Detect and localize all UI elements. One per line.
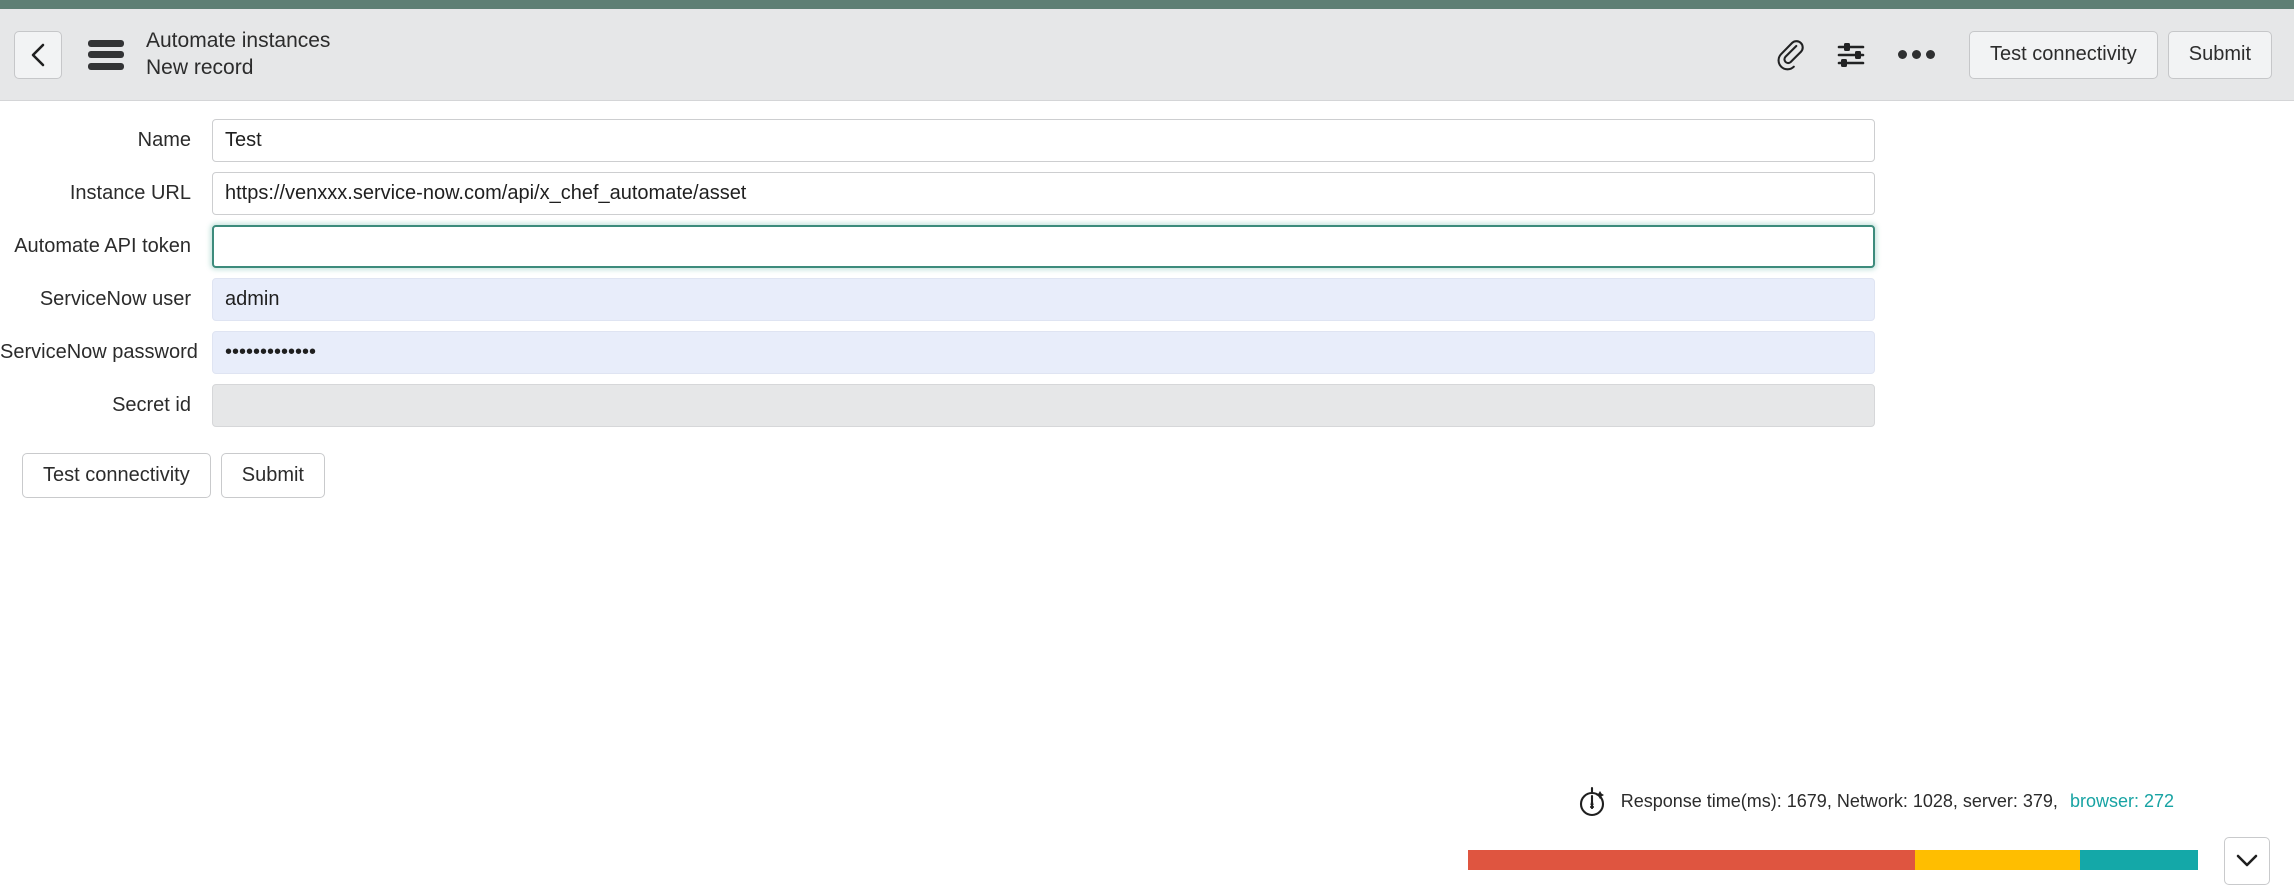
form-row-instance-url: Instance URL xyxy=(0,172,2294,215)
collapse-response-panel-button[interactable] xyxy=(2224,837,2270,885)
header-submit-button[interactable]: Submit xyxy=(2168,31,2272,79)
stopwatch-icon xyxy=(1577,784,1609,818)
more-options-button[interactable] xyxy=(1884,50,1949,59)
perf-segment-network xyxy=(1468,850,1915,870)
chevron-left-icon xyxy=(27,42,49,68)
form-row-name: Name xyxy=(0,119,2294,162)
response-time-text: Response time(ms): 1679, Network: 1028, … xyxy=(1621,791,2058,812)
instance-url-input[interactable] xyxy=(212,172,1875,215)
record-title-block: Automate instances New record xyxy=(146,28,330,82)
attachment-button[interactable] xyxy=(1764,28,1818,82)
label-automate-api-token: Automate API token xyxy=(0,235,212,258)
form-actions: Test connectivity Submit xyxy=(0,453,2294,498)
test-connectivity-button[interactable]: Test connectivity xyxy=(22,453,211,498)
secret-id-input[interactable] xyxy=(212,384,1875,427)
form-row-secret-id: Secret id xyxy=(0,384,2294,427)
perf-segment-server xyxy=(1915,850,2080,870)
chevron-down-icon xyxy=(2234,852,2260,870)
more-dot xyxy=(1898,50,1907,59)
label-servicenow-password: ServiceNow password xyxy=(0,341,212,364)
servicenow-password-input[interactable] xyxy=(212,331,1875,374)
form-content: Name Instance URL Automate API token Ser… xyxy=(0,101,2294,498)
header-right-group: Test connectivity Submit xyxy=(1764,28,2272,82)
response-time-line: Response time(ms): 1679, Network: 1028, … xyxy=(1577,784,2174,818)
hamburger-bar xyxy=(88,51,124,58)
label-name: Name xyxy=(0,129,212,152)
performance-bar xyxy=(1468,850,2198,870)
servicenow-user-input[interactable] xyxy=(212,278,1875,321)
name-input[interactable] xyxy=(212,119,1875,162)
more-dot xyxy=(1926,50,1935,59)
header-left-group: Automate instances New record xyxy=(14,28,330,82)
submit-button[interactable]: Submit xyxy=(221,453,325,498)
form-row-servicenow-user: ServiceNow user xyxy=(0,278,2294,321)
form-row-automate-api-token: Automate API token xyxy=(0,225,2294,268)
personalize-form-button[interactable] xyxy=(1824,28,1878,82)
hamburger-bar xyxy=(88,63,124,70)
back-button[interactable] xyxy=(14,31,62,79)
automate-api-token-input[interactable] xyxy=(212,225,1875,268)
top-accent-strip xyxy=(0,0,2294,9)
header-test-connectivity-button[interactable]: Test connectivity xyxy=(1969,31,2158,79)
form-row-servicenow-password: ServiceNow password xyxy=(0,331,2294,374)
sliders-icon xyxy=(1834,38,1868,72)
more-dot xyxy=(1912,50,1921,59)
label-instance-url: Instance URL xyxy=(0,182,212,205)
label-servicenow-user: ServiceNow user xyxy=(0,288,212,311)
paperclip-icon xyxy=(1774,38,1808,72)
app-header: Automate instances New record Te xyxy=(0,9,2294,101)
page-title: Automate instances xyxy=(146,28,330,55)
label-secret-id: Secret id xyxy=(0,394,212,417)
perf-segment-browser xyxy=(2080,850,2198,870)
response-browser-metric[interactable]: browser: 272 xyxy=(2070,791,2174,812)
record-subtitle: New record xyxy=(146,55,330,82)
hamburger-menu-icon[interactable] xyxy=(88,40,124,70)
response-time-panel: Response time(ms): 1679, Network: 1028, … xyxy=(0,772,2294,892)
hamburger-bar xyxy=(88,40,124,47)
